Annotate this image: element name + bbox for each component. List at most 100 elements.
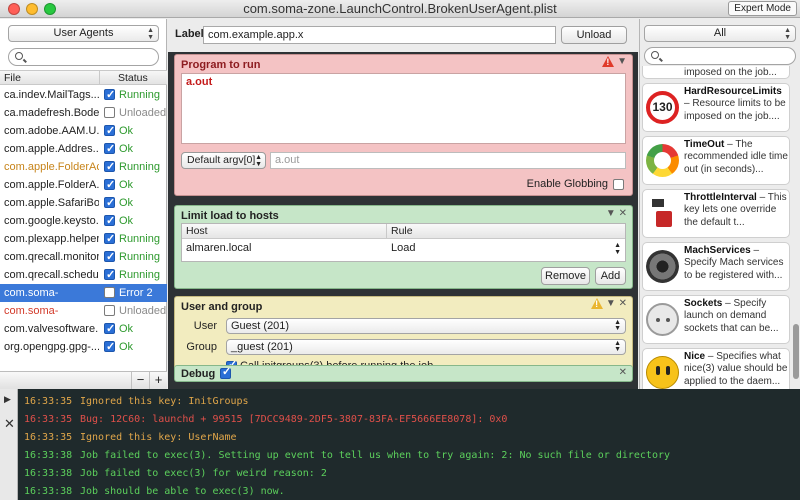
agent-row[interactable]: com.apple.Addres... Ok	[0, 140, 167, 158]
log-message: Bug: 12C60: launchd + 99515 [7DCC9489-2D…	[80, 414, 508, 425]
program-to-run-panel: Program to run ▼ a.out Default argv[0] ▲…	[174, 54, 633, 196]
title-bar: com.soma-zone.LaunchControl.BrokenUserAg…	[0, 0, 800, 18]
agent-enabled-checkbox[interactable]	[104, 122, 115, 140]
scrollbar-thumb[interactable]	[793, 324, 799, 379]
enable-globbing-label: Enable Globbing	[526, 178, 608, 190]
agent-enabled-checkbox[interactable]	[104, 140, 115, 158]
label-field[interactable]: com.example.app.x	[203, 26, 556, 44]
host-column-header[interactable]: Host	[186, 224, 208, 239]
group-label: Group	[186, 341, 217, 353]
argv-value-field[interactable]: a.out	[270, 152, 626, 169]
key-card-text: HardResourceLimits – Resource limits to …	[684, 86, 786, 122]
log-line: 16:33:35 Ignored this key: InitGroups	[20, 393, 800, 411]
key-card-hardresourcelimits[interactable]: 130 HardResourceLimits – Resource limits…	[642, 83, 790, 132]
user-dropdown[interactable]: Guest (201) ▲ ▼	[226, 318, 626, 334]
enable-globbing-checkbox[interactable]	[613, 179, 624, 190]
agent-enabled-checkbox[interactable]	[104, 338, 115, 356]
remove-agent-button[interactable]: −	[131, 372, 149, 389]
agent-row[interactable]: org.opengpg.gpg-... Ok	[0, 338, 167, 356]
agent-enabled-checkbox[interactable]	[104, 287, 115, 298]
agent-row[interactable]: com.google.keysto... Ok	[0, 212, 167, 230]
close-icon[interactable]: ✕	[619, 298, 627, 309]
key-card-nice[interactable]: Nice – Specifies what nice(3) value shou…	[642, 348, 790, 389]
agent-file-name: com.qrecall.monitor	[4, 251, 99, 263]
agent-row[interactable]: com.qrecall.scheduler Running	[0, 266, 167, 284]
debug-checkbox[interactable]	[220, 365, 231, 379]
agent-type-selector-value: User Agents	[53, 27, 114, 39]
chevron-updown-icon[interactable]: ▲ ▼	[614, 242, 621, 256]
expert-mode-button[interactable]: Expert Mode	[728, 1, 797, 16]
close-icon[interactable]: ✕	[619, 367, 627, 378]
agent-file-name: com.google.keysto...	[4, 215, 99, 227]
log-message: Ignored this key: UserName	[80, 432, 237, 443]
agent-enabled-checkbox[interactable]	[104, 194, 115, 212]
agent-row[interactable]: ca.madefresh.Bode... Unloaded	[0, 104, 167, 122]
warning-icon[interactable]	[602, 56, 615, 67]
agent-row[interactable]: com.apple.SafariBo... Ok	[0, 194, 167, 212]
program-text-area[interactable]: a.out	[181, 73, 626, 144]
key-card-machservices[interactable]: MachServices – Specify Mach services to …	[642, 242, 790, 291]
chevron-updown-icon: ▲ ▼	[147, 27, 154, 41]
agent-enabled-checkbox[interactable]	[104, 305, 115, 316]
agent-row[interactable]: com.adobe.AAM.U... Ok	[0, 122, 167, 140]
unload-button[interactable]: Unload	[561, 26, 627, 44]
host-cell[interactable]: almaren.local	[186, 242, 251, 254]
play-icon[interactable]: ▶	[4, 394, 11, 405]
remove-host-button[interactable]: Remove	[541, 267, 590, 285]
agent-enabled-checkbox[interactable]	[104, 212, 115, 230]
key-card-sockets[interactable]: Sockets – Specify launch on demand socke…	[642, 295, 790, 344]
key-card-description: imposed on the job...	[684, 67, 777, 78]
agent-row[interactable]: com.soma- Error 2	[0, 284, 167, 302]
key-card[interactable]: imposed on the job...	[642, 66, 790, 79]
add-host-button[interactable]: Add	[595, 267, 626, 285]
agent-enabled-checkbox[interactable]	[104, 230, 115, 248]
panel-collapse-icon[interactable]: ▼	[617, 56, 627, 67]
agent-row[interactable]: ca.indev.MailTags... Running	[0, 86, 167, 104]
agent-row[interactable]: com.apple.FolderActi Running	[0, 158, 167, 176]
agent-row[interactable]: com.qrecall.monitor Running	[0, 248, 167, 266]
add-agent-button[interactable]: +	[149, 372, 167, 389]
agent-row[interactable]: com.apple.FolderA... Ok	[0, 176, 167, 194]
status-column-header[interactable]: Status	[118, 71, 148, 85]
panel-collapse-icon[interactable]: ▼	[606, 298, 616, 309]
agent-row[interactable]: com.valvesoftware... Ok	[0, 320, 167, 338]
agent-row[interactable]: com.soma- Unloaded	[0, 302, 167, 320]
log-message: Job should be able to exec(3) now.	[80, 486, 285, 497]
keys-scrollbar[interactable]	[792, 66, 799, 389]
key-filter-value: All	[713, 27, 727, 39]
agent-enabled-checkbox[interactable]	[104, 176, 115, 194]
rule-cell[interactable]: Load	[391, 242, 415, 254]
limit-panel-title: Limit load to hosts	[181, 210, 279, 222]
group-dropdown[interactable]: _guest (201) ▲ ▼	[226, 339, 626, 355]
agent-file-name: com.qrecall.scheduler	[4, 269, 99, 281]
clear-icon[interactable]: ✕	[4, 416, 15, 432]
agents-search-input[interactable]	[8, 48, 159, 66]
log-line: 16:33:38 Job failed to exec(3) for weird …	[20, 465, 800, 483]
key-card-throttleinterval[interactable]: ThrottleInterval – This key lets one ove…	[642, 189, 790, 238]
speed-limit-130-icon: 130	[646, 91, 679, 124]
agent-type-selector[interactable]: User Agents ▲ ▼	[8, 25, 159, 42]
rule-column-header[interactable]: Rule	[391, 224, 413, 239]
keys-list: imposed on the job... 130 HardResourceLi…	[640, 66, 800, 389]
agent-enabled-checkbox[interactable]	[104, 248, 115, 266]
agent-file-name: com.adobe.AAM.U...	[4, 125, 99, 137]
window-title: com.soma-zone.LaunchControl.BrokenUserAg…	[243, 1, 557, 16]
key-filter-selector[interactable]: All ▲ ▼	[644, 25, 796, 42]
argv-selector[interactable]: Default argv[0] ▲ ▼	[181, 152, 266, 169]
keys-search-input[interactable]	[644, 47, 796, 65]
agent-row[interactable]: com.plexapp.helper Running	[0, 230, 167, 248]
file-column-header[interactable]: File	[4, 71, 21, 85]
agent-enabled-checkbox[interactable]	[104, 86, 115, 104]
agent-enabled-checkbox[interactable]	[104, 158, 115, 176]
chevron-updown-icon: ▲ ▼	[614, 319, 621, 332]
close-icon[interactable]: ✕	[619, 208, 627, 219]
key-card-timeout[interactable]: TimeOut – The recommended idle time out …	[642, 136, 790, 185]
panel-collapse-icon[interactable]: ▼	[606, 208, 616, 219]
socket-icon	[646, 303, 679, 336]
agent-enabled-checkbox[interactable]	[104, 107, 115, 118]
program-panel-title: Program to run	[181, 59, 261, 71]
agent-status: Ok	[119, 179, 134, 191]
agent-enabled-checkbox[interactable]	[104, 266, 115, 284]
agent-enabled-checkbox[interactable]	[104, 320, 115, 338]
warning-icon[interactable]	[591, 298, 604, 309]
